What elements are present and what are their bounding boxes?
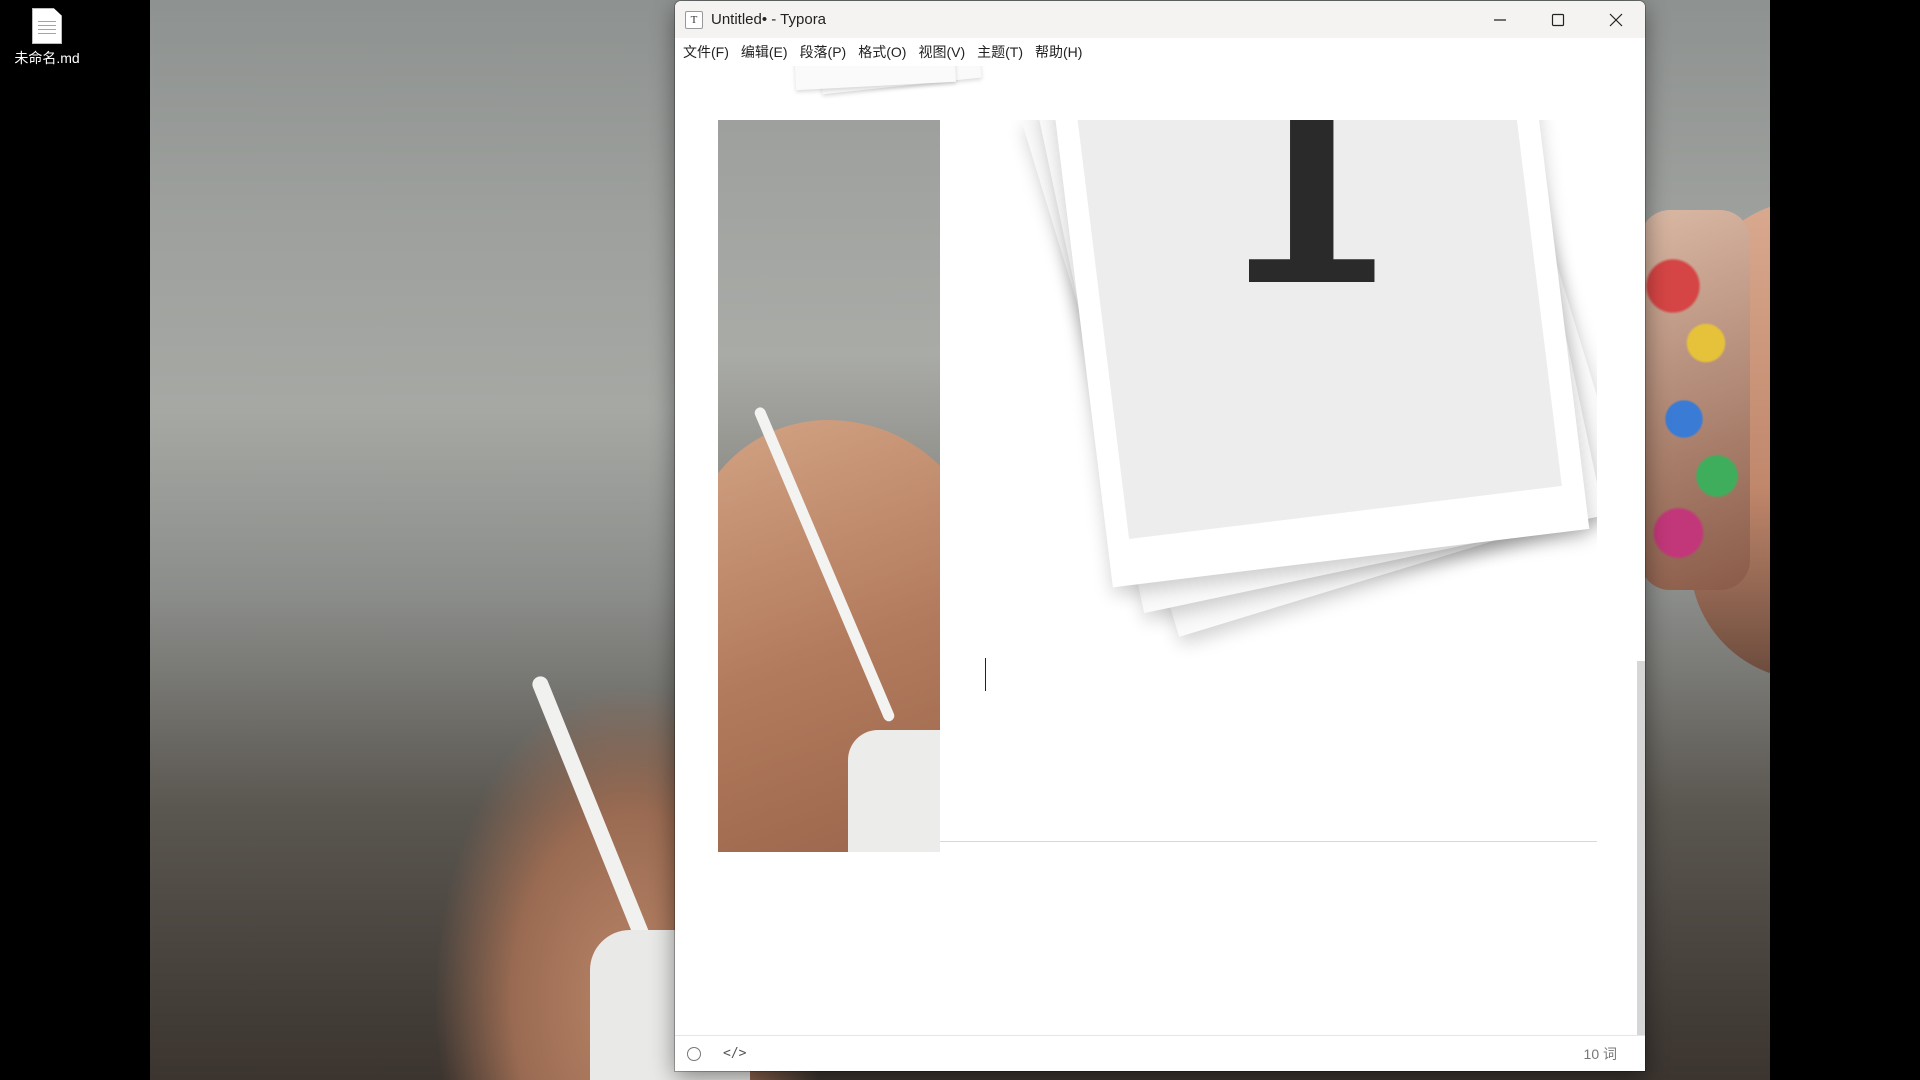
horizontal-rule	[940, 841, 1597, 842]
minimize-icon	[1494, 18, 1506, 21]
window-controls	[1471, 1, 1645, 38]
desktop-file-label: 未命名.md	[14, 50, 80, 66]
title-bar[interactable]: T Untitled• - Typora	[675, 1, 1645, 38]
status-bar: </> 10 词	[675, 1035, 1645, 1071]
menu-help[interactable]: 帮助(H)	[1033, 39, 1090, 65]
typora-logo-letter: T	[1165, 120, 1459, 386]
photo-fabric	[848, 730, 940, 852]
maximize-button[interactable]	[1529, 1, 1587, 38]
desktop: 未命名.md T Untitled• - Typora 文件(F) 编辑(E) …	[0, 0, 1920, 1080]
desktop-file-untitled-md[interactable]: 未命名.md	[8, 8, 86, 68]
typora-window: T Untitled• - Typora 文件(F) 编辑(E) 段落(P) 格…	[675, 1, 1645, 1071]
typora-app-icon: T	[685, 10, 703, 29]
maximize-icon	[1551, 13, 1565, 26]
wallpaper-glass	[1640, 210, 1750, 590]
circle-icon[interactable]	[687, 1046, 701, 1061]
document-icon	[32, 8, 62, 44]
word-count[interactable]: 10 词	[1584, 1044, 1617, 1064]
menu-view[interactable]: 视图(V)	[916, 39, 973, 65]
menu-file[interactable]: 文件(F)	[681, 39, 737, 65]
window-title: Untitled• - Typora	[711, 11, 827, 28]
menu-paragraph[interactable]: 段落(P)	[798, 39, 855, 65]
menu-format[interactable]: 格式(O)	[856, 39, 914, 65]
text-caret	[985, 658, 986, 691]
close-icon	[1609, 13, 1623, 26]
source-code-toggle[interactable]: </>	[723, 1046, 746, 1061]
menu-edit[interactable]: 编辑(E)	[739, 39, 796, 65]
menu-bar: 文件(F) 编辑(E) 段落(P) 格式(O) 视图(V) 主题(T) 帮助(H…	[675, 38, 1645, 66]
minimize-button[interactable]	[1471, 1, 1529, 38]
menu-theme[interactable]: 主题(T)	[975, 39, 1031, 65]
inline-photo[interactable]	[718, 120, 940, 852]
editor-area[interactable]: T	[675, 66, 1645, 1036]
scrollbar-thumb[interactable]	[1637, 661, 1645, 1036]
typora-logo-image[interactable]: T	[950, 120, 1597, 670]
close-button[interactable]	[1587, 1, 1645, 38]
